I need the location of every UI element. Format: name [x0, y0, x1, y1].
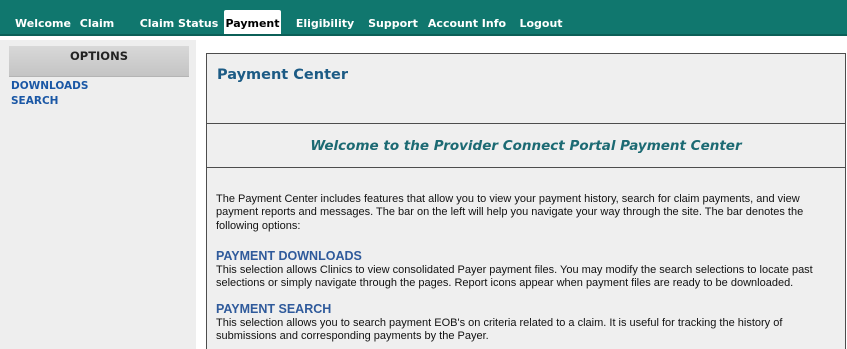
nav-tab-support[interactable]: Support [363, 10, 423, 36]
nav-tab-payment[interactable]: Payment [224, 10, 281, 36]
nav-bottom-border [0, 34, 847, 36]
section-text-payment-downloads: This selection allows Clinics to view co… [216, 264, 813, 290]
divider [207, 167, 845, 168]
section-text-payment-search: This selection allows you to search paym… [216, 317, 783, 343]
nav-tab-logout[interactable]: Logout [514, 10, 568, 36]
intro-paragraph: The Payment Center includes features tha… [216, 193, 804, 232]
sidebar-link-downloads[interactable]: DOWNLOADS [11, 80, 88, 92]
page-title: Payment Center [217, 67, 348, 83]
nav-tab-claim[interactable]: Claim [78, 10, 116, 36]
nav-tab-welcome[interactable]: Welcome [12, 10, 74, 36]
options-sidebar: OPTIONS DOWNLOADS SEARCH [0, 40, 196, 349]
section-heading-payment-downloads: PAYMENT DOWNLOADS [216, 249, 362, 263]
nav-tab-claim-status[interactable]: Claim Status [136, 10, 222, 36]
options-header: OPTIONS [9, 46, 189, 77]
divider [207, 123, 845, 124]
welcome-heading: Welcome to the Provider Connect Portal P… [310, 138, 742, 154]
nav-tab-account-info[interactable]: Account Info [424, 10, 510, 36]
nav-tab-eligibility[interactable]: Eligibility [290, 10, 360, 36]
section-heading-payment-search: PAYMENT SEARCH [216, 302, 332, 316]
top-navigation-bar: Welcome Claim Claim Status Payment Eligi… [0, 0, 847, 36]
main-content: Payment Center Welcome to the Provider C… [196, 40, 847, 349]
payment-center-panel: Payment Center Welcome to the Provider C… [206, 53, 846, 349]
sidebar-link-search[interactable]: SEARCH [11, 95, 58, 107]
